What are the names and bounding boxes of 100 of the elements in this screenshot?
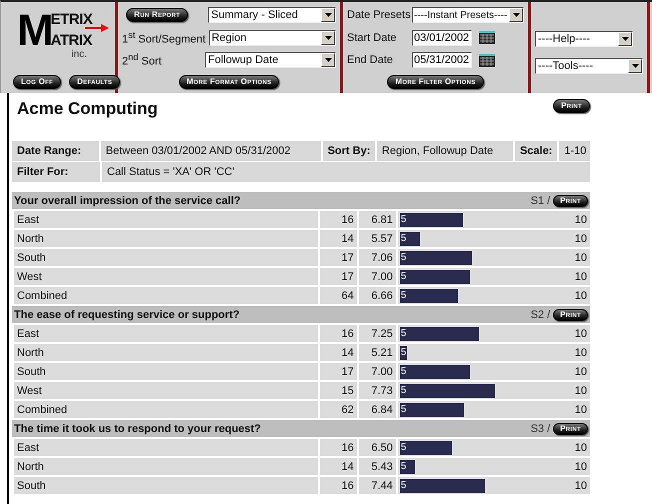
table-cell: 5.57 bbox=[358, 230, 396, 247]
end-date-field[interactable]: 05/31/2002 bbox=[412, 52, 472, 68]
log-off-button[interactable]: Log Off bbox=[13, 75, 62, 89]
scale-max: 10 bbox=[574, 232, 588, 244]
table-cell: East bbox=[14, 325, 318, 342]
print-button[interactable]: Print bbox=[553, 194, 588, 206]
score-bar: 5 bbox=[400, 384, 496, 398]
scale-max: 10 bbox=[574, 328, 588, 340]
help-dropdown[interactable]: ----Help---- bbox=[535, 31, 633, 47]
sort-by-label: Sort By: bbox=[322, 141, 375, 161]
table-cell: 7.06 bbox=[358, 249, 396, 266]
table-cell: West bbox=[14, 268, 318, 285]
table-cell: 7.44 bbox=[358, 477, 396, 494]
table-cell: 6.84 bbox=[358, 401, 396, 418]
calendar-icon[interactable] bbox=[479, 54, 495, 67]
sort-segment-label: 1$^{st}$ Sort/Segment bbox=[122, 30, 206, 46]
score-bar: 5 bbox=[400, 326, 479, 340]
table-cell: 5.43 bbox=[358, 458, 396, 475]
table-cell: 16 bbox=[320, 211, 357, 228]
score-bar: 5 bbox=[400, 250, 472, 264]
table-cell: 62 bbox=[320, 401, 357, 418]
table-cell: 7.00 bbox=[358, 363, 396, 380]
score-bar: 5 bbox=[400, 460, 415, 474]
scale-max: 10 bbox=[574, 366, 588, 378]
start-date-label: Start Date bbox=[347, 32, 398, 44]
date-presets-dropdown[interactable]: ----Instant Presets---- bbox=[412, 7, 524, 24]
table-cell: South bbox=[14, 249, 318, 266]
caret-icon bbox=[324, 13, 332, 18]
table-cell: South bbox=[14, 477, 318, 494]
scale-max: 10 bbox=[574, 270, 588, 282]
table-cell: East bbox=[14, 439, 318, 456]
second-sort-dropdown[interactable]: Followup Date bbox=[205, 52, 336, 68]
score-bar: 5 bbox=[400, 440, 452, 454]
scale-max: 10 bbox=[574, 214, 588, 226]
caret-icon bbox=[324, 58, 332, 62]
table-cell: 14 bbox=[320, 458, 357, 475]
score-bar: 5 bbox=[400, 212, 464, 226]
table-cell: 6.66 bbox=[358, 287, 396, 304]
scale-max: 10 bbox=[574, 252, 588, 264]
date-range-value: Between 03/01/2002 AND 05/31/2002 bbox=[100, 141, 321, 161]
scale-label: Scale: bbox=[514, 141, 558, 161]
score-bar: 5 bbox=[400, 270, 470, 284]
run-report-button[interactable]: Run Report bbox=[126, 8, 188, 22]
score-bar: 5 bbox=[400, 364, 470, 378]
calendar-icon[interactable] bbox=[479, 31, 495, 44]
table-cell: 7.00 bbox=[358, 268, 396, 285]
score-bar: 5 bbox=[400, 288, 458, 302]
score-bar: 5 bbox=[400, 232, 420, 246]
table-cell: 64 bbox=[320, 287, 357, 304]
more-format-options-button[interactable]: More Format Options bbox=[178, 74, 280, 89]
table-cell: 15 bbox=[320, 382, 357, 399]
question-text: Your overall impression of the service call? bbox=[14, 194, 242, 206]
defaults-button[interactable]: Defaults bbox=[69, 75, 120, 89]
question-code: S3 / bbox=[530, 422, 550, 434]
report-type-dropdown[interactable]: Summary - Sliced bbox=[208, 7, 336, 24]
date-range-label: Date Range: bbox=[12, 141, 99, 161]
table-cell: 17 bbox=[320, 249, 357, 266]
score-bar: 5 bbox=[400, 346, 408, 360]
table-cell: 16 bbox=[320, 325, 357, 342]
table-cell: 6.50 bbox=[358, 439, 396, 456]
question-code: S2 / bbox=[530, 308, 550, 320]
scale-max: 10 bbox=[574, 460, 588, 472]
second-sort-label: 2$^{nd}$ Sort bbox=[122, 52, 163, 68]
start-date-field[interactable]: 03/01/2002 bbox=[412, 30, 472, 46]
tools-dropdown[interactable]: ----Tools---- bbox=[535, 58, 643, 74]
table-cell: Combined bbox=[14, 287, 318, 304]
table-cell: 7.25 bbox=[358, 325, 396, 342]
table-cell: 16 bbox=[320, 439, 357, 456]
caret-icon bbox=[324, 36, 332, 40]
scale-max: 10 bbox=[574, 480, 588, 492]
scale-max: 10 bbox=[574, 346, 588, 358]
report-title: Acme Computing bbox=[17, 99, 158, 119]
end-date-label: End Date bbox=[347, 54, 394, 66]
scale-max: 10 bbox=[574, 442, 588, 454]
print-button[interactable]: Print bbox=[553, 422, 588, 434]
scale-value: 1-10 bbox=[559, 141, 590, 161]
more-filter-options-button[interactable]: More Filter Options bbox=[387, 74, 484, 89]
table-cell: East bbox=[14, 211, 318, 228]
print-button[interactable]: Print bbox=[553, 99, 590, 113]
question-text: The ease of requesting service or support? bbox=[14, 308, 241, 320]
caret-icon bbox=[632, 64, 638, 68]
question-text: The time it took us to respond to your request? bbox=[14, 422, 262, 434]
score-bar: 5 bbox=[400, 478, 486, 492]
table-cell: 14 bbox=[320, 230, 357, 247]
table-cell: Combined bbox=[14, 401, 318, 418]
table-cell: 14 bbox=[320, 344, 357, 361]
table-cell: North bbox=[14, 344, 318, 361]
score-bar: 5 bbox=[400, 402, 464, 416]
table-cell: North bbox=[14, 230, 318, 247]
table-cell: 7.73 bbox=[358, 382, 396, 399]
table-cell: 6.81 bbox=[358, 211, 396, 228]
scale-max: 10 bbox=[574, 404, 588, 416]
table-cell: 5.21 bbox=[358, 344, 396, 361]
date-presets-label: Date Presets bbox=[347, 9, 409, 22]
table-cell: 17 bbox=[320, 268, 357, 285]
table-cell: South bbox=[14, 363, 318, 380]
question-code: S1 / bbox=[530, 194, 550, 206]
print-button[interactable]: Print bbox=[553, 308, 588, 320]
sort-segment-dropdown[interactable]: Region bbox=[208, 30, 336, 46]
sort-by-value: Region, Followup Date bbox=[376, 141, 513, 161]
